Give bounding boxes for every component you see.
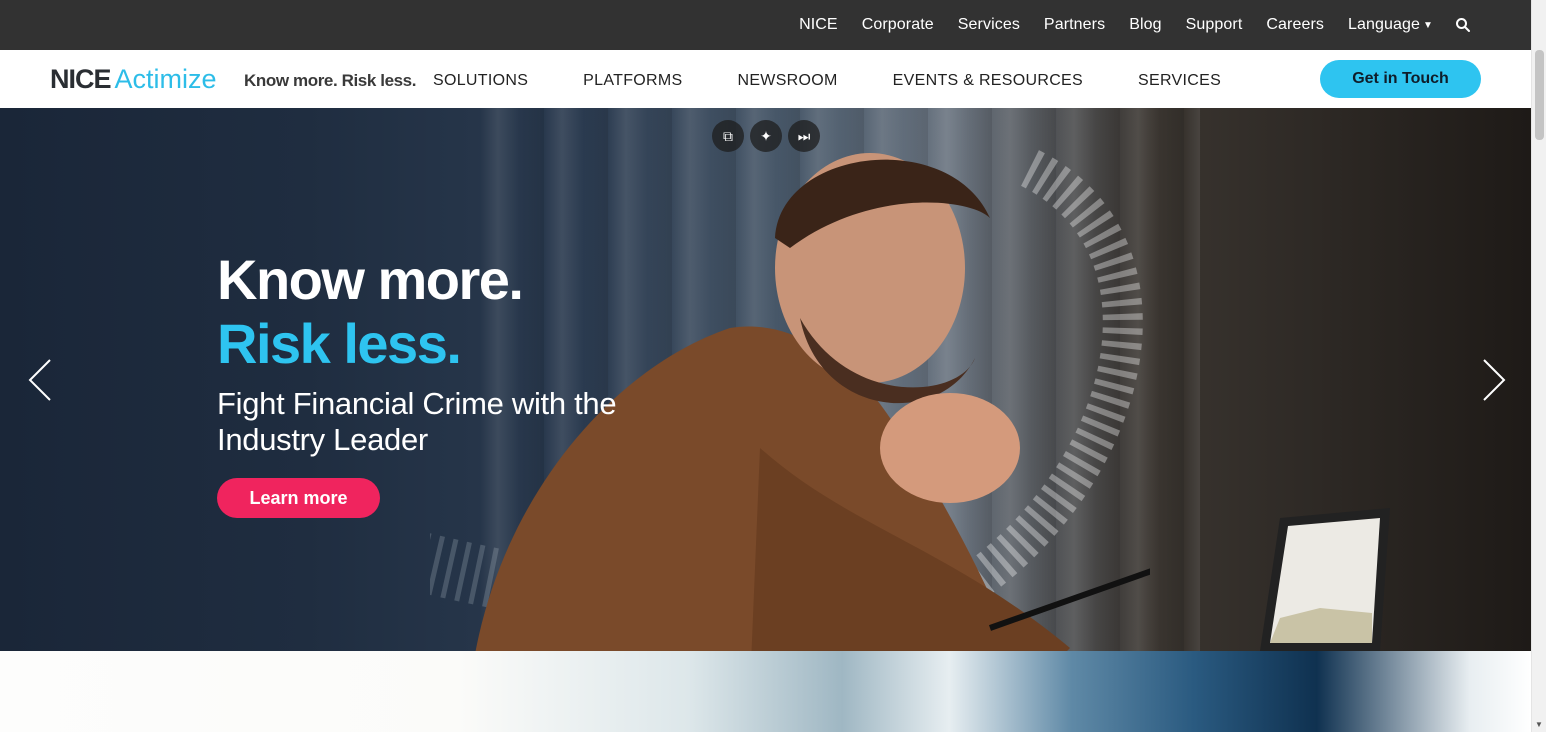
language-dropdown[interactable]: Language ▼ — [1348, 16, 1433, 34]
logo-actimize: Actimize — [114, 63, 217, 94]
chevron-left-icon[interactable] — [26, 358, 56, 402]
nice-actimize-logo[interactable]: NICE Actimize — [50, 64, 217, 94]
learn-more-button[interactable]: Learn more — [217, 478, 380, 518]
utility-link-partners[interactable]: Partners — [1044, 16, 1105, 34]
hero-headline-2: Risk less. — [217, 312, 462, 375]
hero-banner: ⧉ ✦ ⏭ Know more. Risk less. Fight Financ… — [0, 108, 1531, 651]
utility-nav: NICE Corporate Services Partners Blog Su… — [799, 0, 1433, 50]
scroll-down-arrow-icon[interactable]: ▼ — [1535, 720, 1543, 729]
caret-down-icon: ▼ — [1423, 20, 1433, 31]
logo-nice: NICE — [50, 63, 112, 94]
nav-services[interactable]: SERVICES — [1138, 72, 1221, 90]
sparkle-icon[interactable]: ✦ — [750, 120, 782, 152]
search-icon[interactable] — [1455, 17, 1471, 33]
get-in-touch-button[interactable]: Get in Touch — [1320, 60, 1481, 98]
laptop-image — [1260, 508, 1390, 651]
utility-link-careers[interactable]: Careers — [1266, 16, 1324, 34]
utility-link-support[interactable]: Support — [1186, 16, 1243, 34]
brand-tagline: Know more. Risk less. — [244, 71, 417, 90]
language-label: Language — [1348, 16, 1420, 33]
nav-events-resources[interactable]: EVENTS & RESOURCES — [893, 72, 1083, 90]
utility-link-blog[interactable]: Blog — [1129, 16, 1161, 34]
hero-headline-1: Know more. — [217, 248, 524, 311]
page-scrollbar[interactable]: ▼ — [1531, 0, 1546, 732]
utility-link-corporate[interactable]: Corporate — [862, 16, 934, 34]
hero-subheading: Fight Financial Crime with the Industry … — [217, 386, 617, 457]
main-header: NICE Actimize Know more. Risk less. SOLU… — [0, 50, 1531, 108]
picture-in-picture-icon[interactable]: ⧉ — [712, 120, 744, 152]
media-controls: ⧉ ✦ ⏭ — [712, 120, 820, 152]
main-nav: SOLUTIONS PLATFORMS NEWSROOM EVENTS & RE… — [433, 72, 1221, 90]
skip-forward-icon[interactable]: ⏭ — [788, 120, 820, 152]
utility-link-services[interactable]: Services — [958, 16, 1020, 34]
utility-link-nice[interactable]: NICE — [799, 16, 838, 34]
scrollbar-thumb[interactable] — [1535, 50, 1544, 140]
nav-newsroom[interactable]: NEWSROOM — [737, 72, 837, 90]
chevron-right-icon[interactable] — [1478, 358, 1508, 402]
next-section-preview — [0, 651, 1531, 732]
nav-platforms[interactable]: PLATFORMS — [583, 72, 682, 90]
nav-solutions[interactable]: SOLUTIONS — [433, 72, 528, 90]
utility-bar: NICE Corporate Services Partners Blog Su… — [0, 0, 1531, 50]
